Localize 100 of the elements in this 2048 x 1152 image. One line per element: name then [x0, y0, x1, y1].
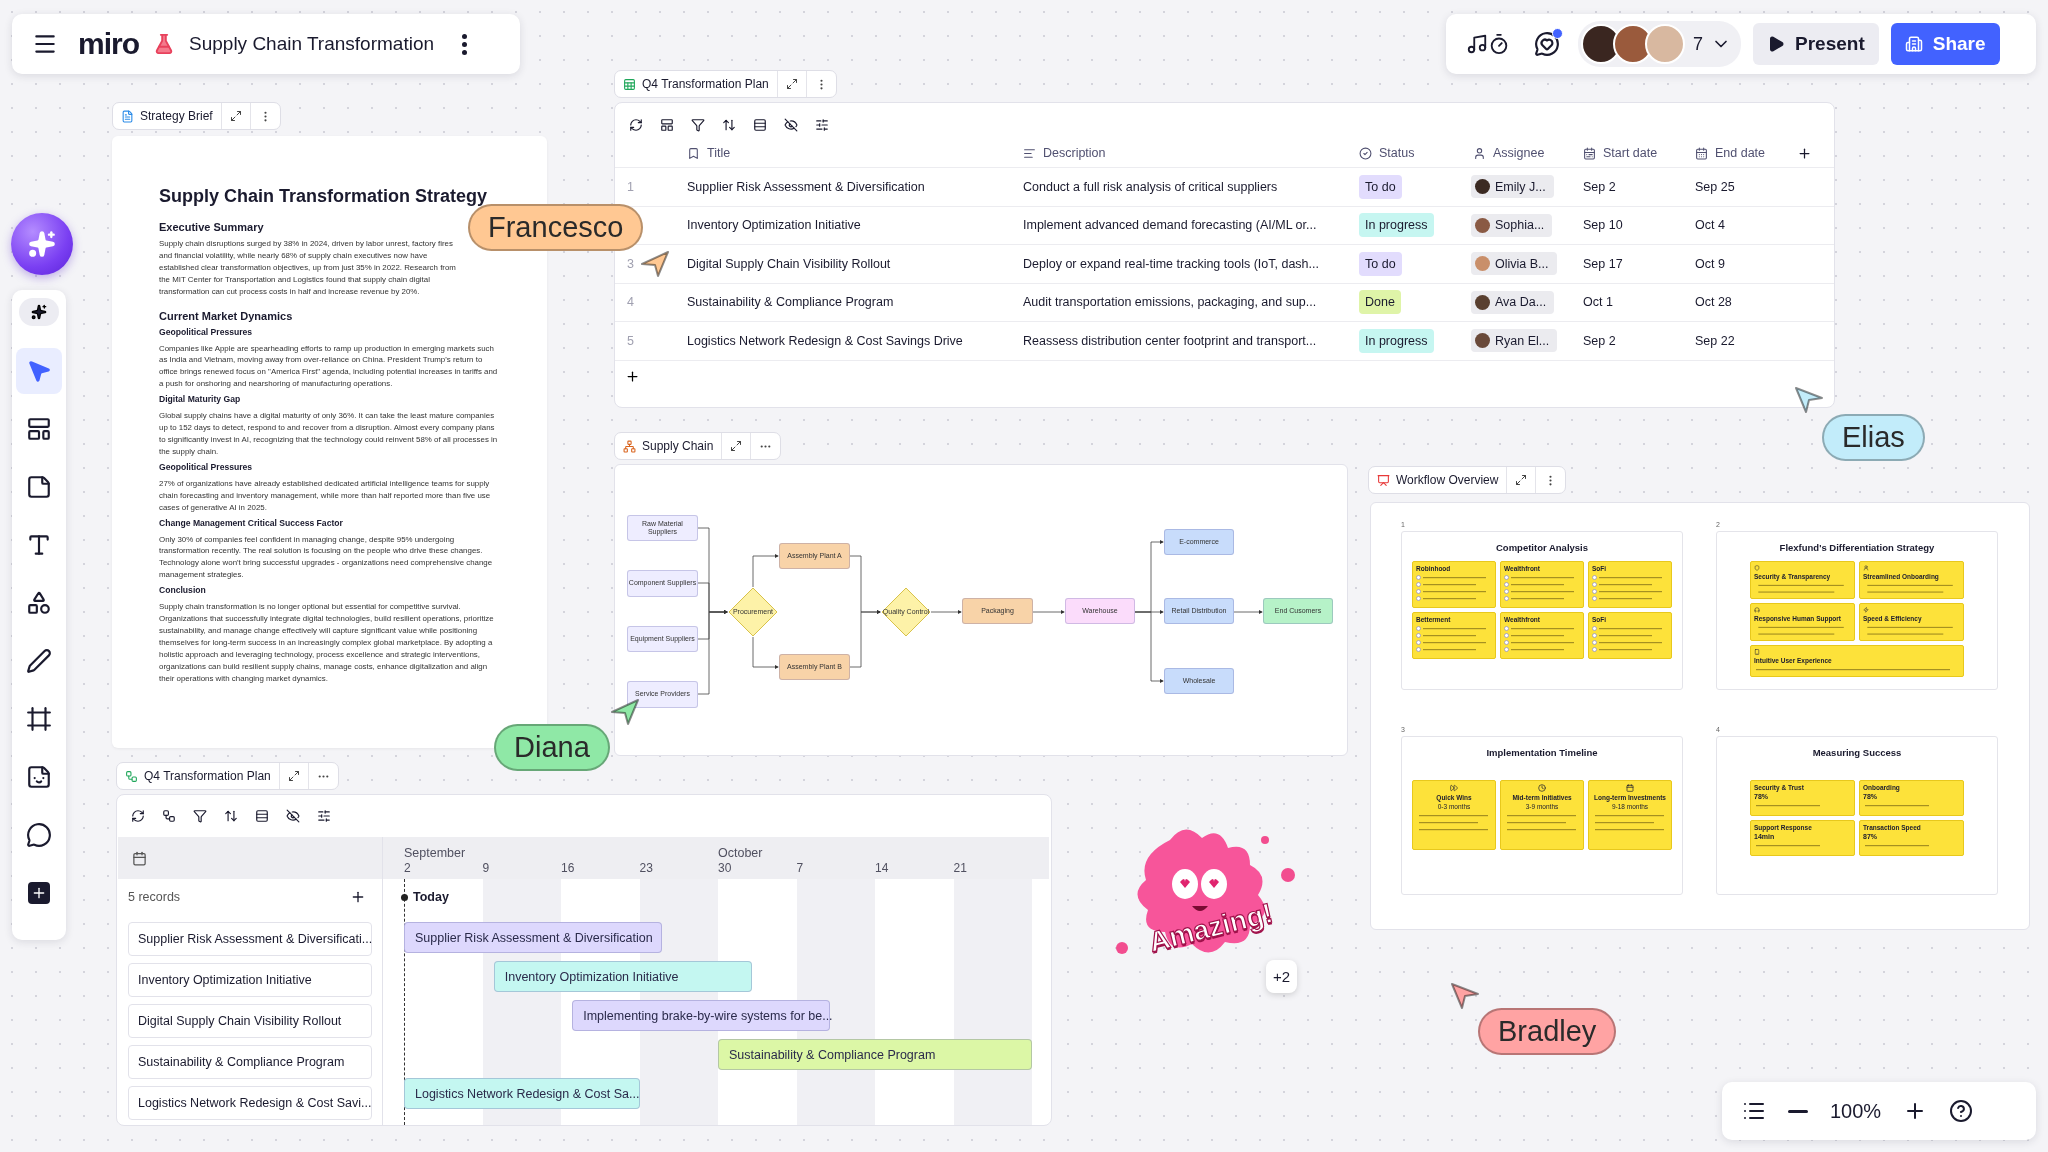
ai-assistant-button[interactable]: [11, 213, 73, 275]
table-cell: Deploy or expand real-time tracking tools (IoT, dash...: [1023, 256, 1319, 271]
table-cell: Oct 1: [1583, 295, 1613, 310]
subsection-heading: Geopolitical Pressures: [159, 326, 254, 337]
table-cell: Sep 17: [1583, 256, 1623, 271]
templates-icon: [26, 416, 52, 442]
select-tool[interactable]: [16, 348, 62, 394]
zoom-level[interactable]: 100%: [1824, 1099, 1888, 1123]
frame-type-icon: [1377, 473, 1390, 487]
sliders-icon: [815, 118, 829, 132]
group-icon: [255, 809, 269, 823]
timeline-bar[interactable]: Implementing brake-by-wire systems for be...: [572, 1000, 831, 1031]
cursor-pointer-icon: [640, 250, 670, 278]
sort-icon: [224, 809, 238, 823]
logo[interactable]: miro: [78, 27, 139, 61]
table-cell: Sep 25: [1695, 179, 1735, 194]
plus-icon: [350, 889, 366, 905]
week-label: 21: [953, 861, 967, 875]
sort-icon: [722, 118, 736, 132]
table-cell: Logistics Network Redesign & Cost Savings Drive: [687, 333, 963, 348]
hide-icon: [286, 809, 300, 823]
share-button[interactable]: Share: [1890, 23, 2000, 65]
sparkle-toggle[interactable]: [19, 298, 59, 326]
filter-icon: [691, 118, 705, 132]
music-note-icon: [1466, 33, 1488, 55]
avatar: [1645, 24, 1685, 64]
more-icon: [462, 33, 468, 55]
sparkle-icon: [31, 304, 47, 320]
status-tag[interactable]: To do: [1359, 174, 1402, 199]
table-cell: Supplier Risk Assessment & Diversification: [687, 179, 925, 194]
plus-square-icon: [28, 882, 50, 904]
table-cell: Sep 2: [1583, 333, 1616, 348]
expand-icon: [229, 110, 242, 122]
week-label: 9: [482, 861, 490, 875]
chat-icon: [1534, 31, 1560, 57]
plus-icon: [1797, 145, 1812, 161]
today-marker: Today: [401, 890, 449, 904]
status-tag[interactable]: Done: [1359, 290, 1401, 315]
column-header[interactable]: Status: [1359, 146, 1415, 160]
column-header[interactable]: Title: [687, 146, 731, 160]
feature-icon: [1863, 565, 1869, 571]
timeline-bar[interactable]: Logistics Network Redesign & Cost Sa...: [404, 1078, 640, 1109]
plus-icon: [625, 368, 640, 384]
column-header[interactable]: Assignee: [1473, 146, 1545, 160]
expand-icon: [1515, 474, 1528, 486]
frame-type-icon: [125, 769, 138, 783]
avatar: [1475, 217, 1490, 233]
timer-icon: [1488, 33, 1510, 55]
column-header[interactable]: Description: [1023, 146, 1106, 160]
comment-icon: [26, 822, 52, 848]
row-number: 4: [627, 295, 634, 310]
timeline-bar[interactable]: Supplier Risk Assessment & Diversification: [404, 922, 662, 953]
status-tag[interactable]: In progress: [1359, 213, 1434, 238]
avatar: [1475, 333, 1490, 349]
table-cell: Implement advanced demand forecasting (AI/ML or...: [1023, 218, 1317, 233]
frame-icon: [26, 706, 52, 732]
table-cell: Sep 10: [1583, 218, 1623, 233]
record-count: 5 records: [128, 890, 181, 904]
column-header[interactable]: End date: [1695, 146, 1766, 160]
feature-icon: [1863, 607, 1869, 613]
record-row[interactable]: Digital Supply Chain Visibility Rollout: [128, 1004, 372, 1038]
timeline-bar[interactable]: Sustainability & Compliance Program: [718, 1039, 1032, 1070]
timeline-bar[interactable]: Inventory Optimization Initiative: [493, 961, 752, 992]
slide-title: Competitor Analysis: [1496, 542, 1588, 553]
present-button[interactable]: Present: [1753, 23, 1879, 65]
status-tag[interactable]: In progress: [1359, 328, 1434, 353]
month-label: October: [718, 846, 763, 860]
table-cell: Reassess distribution center footprint and transport...: [1023, 333, 1317, 348]
record-row[interactable]: Logistics Network Redesign & Cost Savi...: [128, 1086, 372, 1120]
table-cell: Digital Supply Chain Visibility Rollout: [687, 256, 891, 271]
select-icon: [26, 358, 52, 384]
board-title[interactable]: Supply Chain Transformation: [189, 33, 435, 55]
collaborators-button[interactable]: 7: [1578, 21, 1741, 67]
subsection-heading: Digital Maturity Gap: [159, 394, 242, 405]
status-tag[interactable]: To do: [1359, 251, 1402, 276]
reaction-count-badge[interactable]: +2: [1266, 960, 1298, 993]
slide-title: Flexfund's Differentiation Strategy: [1779, 542, 1935, 553]
assignee-chip[interactable]: Emily J...: [1471, 175, 1554, 199]
avatar: [1475, 294, 1490, 310]
column-header[interactable]: Start date: [1583, 146, 1658, 160]
assignee-chip[interactable]: Ava Da...: [1471, 290, 1555, 314]
assignee-chip[interactable]: Olivia B...: [1471, 252, 1557, 276]
hide-icon: [784, 118, 798, 132]
assignee-chip[interactable]: Sophia...: [1471, 213, 1553, 237]
feature-icon: [1754, 607, 1760, 613]
week-label: 16: [561, 861, 575, 875]
record-row[interactable]: Supplier Risk Assessment & Diversificati...: [128, 922, 372, 956]
record-row[interactable]: Sustainability & Compliance Program: [128, 1045, 372, 1079]
share-icon: [1904, 35, 1923, 53]
record-row[interactable]: Inventory Optimization Initiative: [128, 963, 372, 997]
sparkle-icon: [28, 230, 56, 258]
help-icon: [1949, 1099, 1974, 1123]
sliders-icon: [317, 809, 331, 823]
text-icon: [26, 532, 52, 558]
calendar-icon[interactable]: [132, 850, 147, 866]
table-cell: Inventory Optimization Initiative: [687, 218, 861, 233]
frame-type-icon: [623, 77, 636, 91]
assignee-chip[interactable]: Ryan El...: [1471, 329, 1558, 353]
pen-icon: [26, 648, 52, 674]
phase-icon: [1450, 784, 1458, 792]
